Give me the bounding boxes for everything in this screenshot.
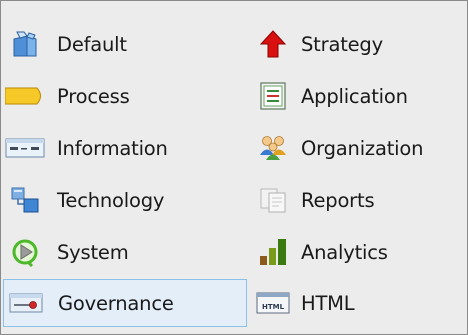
technology-icon — [3, 178, 47, 222]
perspective-application[interactable]: Application — [251, 74, 465, 118]
perspective-governance[interactable]: Governance — [3, 279, 247, 327]
perspective-label: Analytics — [301, 240, 388, 264]
perspective-label: Process — [57, 84, 130, 108]
perspective-label: Default — [57, 32, 127, 56]
svg-text:HTML: HTML — [262, 303, 285, 311]
perspective-technology[interactable]: Technology — [3, 178, 247, 222]
perspective-organization[interactable]: Organization — [251, 126, 465, 170]
perspective-information[interactable]: Information — [3, 126, 247, 170]
perspective-label: Information — [57, 136, 168, 160]
information-icon — [3, 126, 47, 170]
organization-icon — [251, 126, 295, 170]
strategy-icon — [251, 22, 295, 66]
analytics-icon — [251, 230, 295, 274]
perspective-label: Governance — [58, 291, 174, 315]
system-icon — [3, 230, 47, 274]
perspective-strategy[interactable]: Strategy — [251, 22, 465, 66]
perspective-label: Organization — [301, 136, 424, 160]
application-icon — [251, 74, 295, 118]
perspective-label: Reports — [301, 188, 375, 212]
perspective-reports[interactable]: Reports — [251, 178, 465, 222]
perspective-analytics[interactable]: Analytics — [251, 230, 465, 274]
process-icon — [3, 74, 47, 118]
html-icon: HTML — [251, 281, 295, 325]
reports-icon — [251, 178, 295, 222]
perspective-panel: Default Strategy Process Application Inf… — [0, 0, 468, 335]
perspective-label: System — [57, 240, 129, 264]
perspective-default[interactable]: Default — [3, 22, 247, 66]
perspective-label: Technology — [57, 188, 165, 212]
governance-icon — [4, 281, 48, 325]
perspective-label: HTML — [301, 291, 355, 315]
perspective-system[interactable]: System — [3, 230, 247, 274]
perspective-process[interactable]: Process — [3, 74, 247, 118]
default-icon — [3, 22, 47, 66]
perspective-label: Application — [301, 84, 408, 108]
perspective-label: Strategy — [301, 32, 383, 56]
perspective-html[interactable]: HTML HTML — [251, 281, 465, 325]
